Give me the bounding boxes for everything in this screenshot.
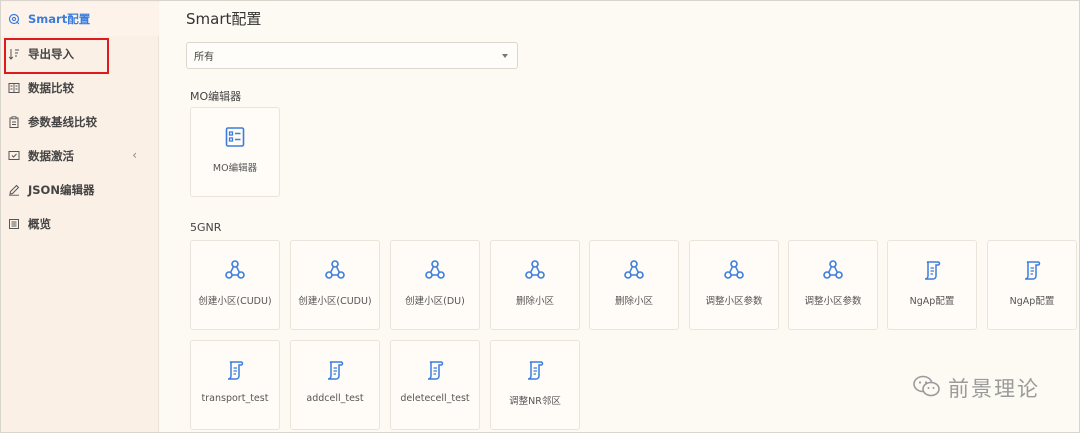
- card-addcell-test[interactable]: addcell_test: [290, 340, 380, 430]
- network-icon: [325, 259, 345, 281]
- select-value: 所有: [194, 52, 214, 63]
- network-icon: [823, 259, 843, 281]
- card-ngap-config[interactable]: NgAp配置: [887, 240, 977, 330]
- section-label-5gnr: 5GNR: [190, 221, 222, 234]
- card-label: 创建小区(CUDU): [198, 296, 272, 307]
- card-label: 调整小区参数: [705, 296, 763, 307]
- network-icon: [525, 259, 545, 281]
- sidebar-item-overview[interactable]: 概览: [1, 207, 159, 241]
- edit-icon: [8, 184, 20, 196]
- card-label: 删除小区: [614, 296, 653, 307]
- category-select[interactable]: 所有: [186, 42, 518, 69]
- card-ngap-config-2[interactable]: NgAp配置: [987, 240, 1077, 330]
- sidebar-item-smart-config[interactable]: Smart配置: [1, 2, 159, 36]
- sidebar: Smart配置 导出导入 数据比较 参数基线比较 数据激活 ‹ JSON编辑器: [1, 1, 159, 432]
- watermark-text: 前景理论: [948, 377, 1040, 401]
- sidebar-item-label: JSON编辑器: [28, 183, 95, 197]
- card-label: MO编辑器: [212, 163, 258, 174]
- card-label: transport_test: [201, 393, 269, 404]
- card-adjust-nr-neighbor[interactable]: 调整NR邻区: [490, 340, 580, 430]
- clipboard-icon: [8, 116, 20, 128]
- card-label: 调整小区参数: [804, 296, 862, 307]
- card-label: 调整NR邻区: [509, 396, 561, 407]
- network-icon: [624, 259, 644, 281]
- form-icon: [225, 126, 245, 148]
- sidebar-item-data-compare[interactable]: 数据比较: [1, 71, 159, 105]
- card-create-cell-cudu-2[interactable]: 创建小区(CUDU): [290, 240, 380, 330]
- settings-icon: [8, 13, 20, 25]
- card-adjust-cell-params[interactable]: 调整小区参数: [689, 240, 779, 330]
- scroll-icon: [525, 359, 545, 381]
- card-label: deletecell_test: [400, 393, 470, 404]
- section-label-mo-editor: MO编辑器: [190, 90, 242, 103]
- scroll-icon: [225, 359, 245, 381]
- sidebar-item-label: 概览: [28, 217, 51, 231]
- page-title: Smart配置: [186, 10, 262, 28]
- card-label: NgAp配置: [1009, 296, 1055, 307]
- scroll-icon: [425, 359, 445, 381]
- card-delete-cell-2[interactable]: 删除小区: [589, 240, 679, 330]
- scroll-icon: [922, 259, 942, 281]
- card-label: NgAp配置: [909, 296, 955, 307]
- card-mo-editor[interactable]: MO编辑器: [190, 107, 280, 197]
- network-icon: [724, 259, 744, 281]
- sidebar-item-label: 导出导入: [28, 47, 74, 61]
- wechat-icon: [912, 374, 942, 402]
- scroll-icon: [1022, 259, 1042, 281]
- sidebar-item-baseline-compare[interactable]: 参数基线比较: [1, 105, 159, 139]
- activate-icon: [8, 150, 20, 162]
- main-content: Smart配置 所有 MO编辑器 MO编辑器 5GNR 创建小区(CUDU) 创…: [160, 1, 1079, 432]
- sidebar-item-data-activate[interactable]: 数据激活 ‹: [1, 139, 159, 173]
- card-delete-cell[interactable]: 删除小区: [490, 240, 580, 330]
- card-transport-test[interactable]: transport_test: [190, 340, 280, 430]
- card-label: 创建小区(CUDU): [298, 296, 372, 307]
- chevron-left-icon[interactable]: ‹: [132, 148, 137, 162]
- watermark: 前景理论: [912, 373, 1040, 403]
- card-create-cell-du[interactable]: 创建小区(DU): [390, 240, 480, 330]
- caret-down-icon: [502, 54, 508, 58]
- sidebar-item-label: 参数基线比较: [28, 115, 97, 129]
- card-label: 创建小区(DU): [405, 296, 465, 307]
- list-icon: [8, 218, 20, 230]
- sidebar-item-label: 数据比较: [28, 81, 74, 95]
- card-label: addcell_test: [306, 393, 364, 404]
- sidebar-item-json-editor[interactable]: JSON编辑器: [1, 173, 159, 207]
- sidebar-item-export-import[interactable]: 导出导入: [1, 37, 159, 71]
- sidebar-item-label: 数据激活: [28, 149, 74, 163]
- scroll-icon: [325, 359, 345, 381]
- card-create-cell-cudu[interactable]: 创建小区(CUDU): [190, 240, 280, 330]
- network-icon: [425, 259, 445, 281]
- compare-icon: [8, 82, 20, 94]
- sort-icon: [8, 48, 20, 60]
- card-adjust-cell-params-2[interactable]: 调整小区参数: [788, 240, 878, 330]
- network-icon: [225, 259, 245, 281]
- card-label: 删除小区: [515, 296, 554, 307]
- card-deletecell-test[interactable]: deletecell_test: [390, 340, 480, 430]
- sidebar-item-label: Smart配置: [28, 12, 91, 26]
